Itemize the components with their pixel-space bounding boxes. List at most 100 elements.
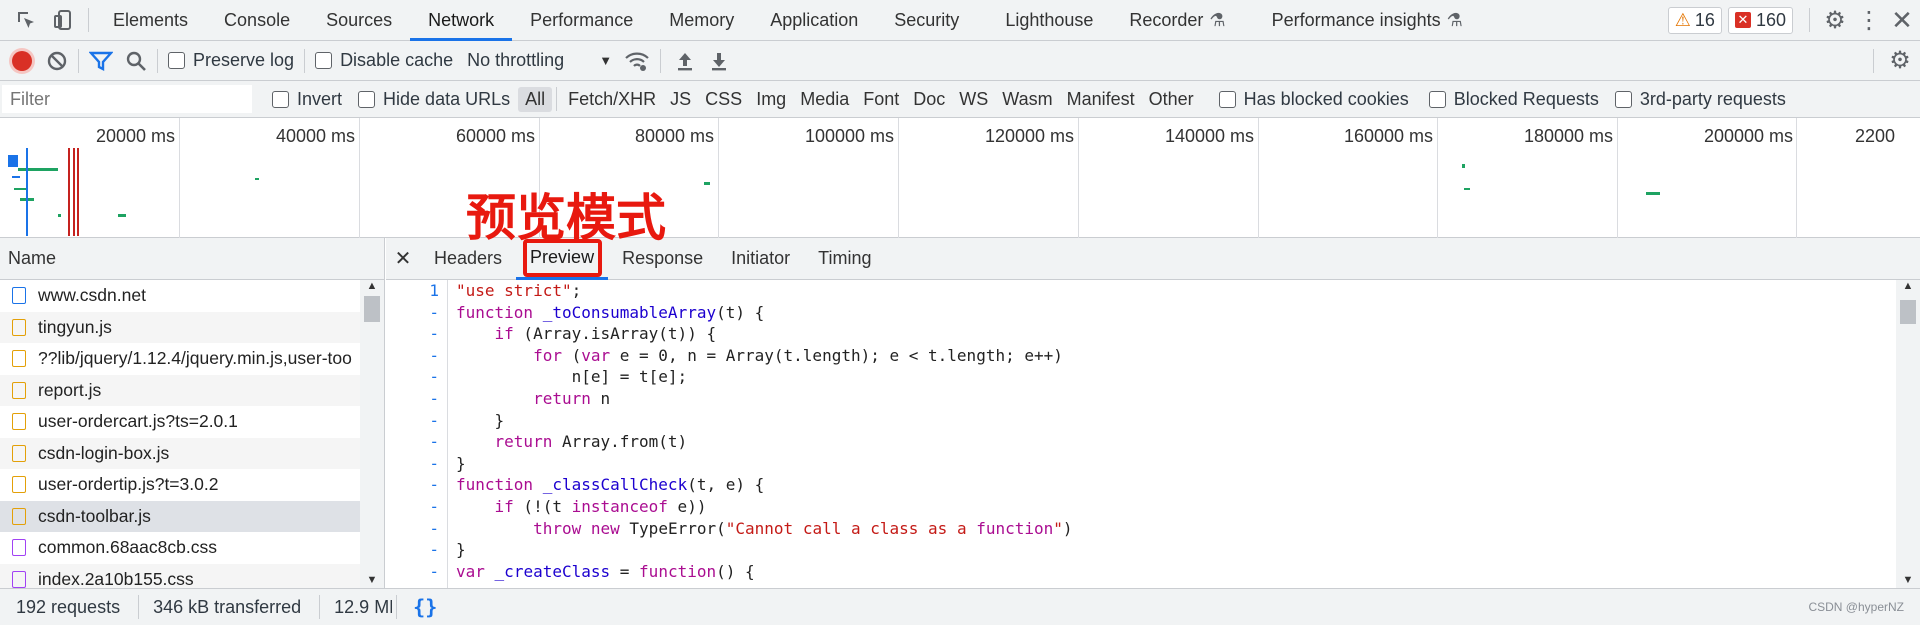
divider xyxy=(88,8,89,32)
tab-elements[interactable]: Elements xyxy=(95,0,206,41)
scroll-thumb[interactable] xyxy=(1900,300,1916,324)
has-blocked-cookies-label: Has blocked cookies xyxy=(1243,88,1409,109)
line-marker: - xyxy=(429,367,439,387)
css-file-icon xyxy=(12,539,26,557)
filter-type-manifest[interactable]: Manifest xyxy=(1060,87,1142,112)
tab-timing[interactable]: Timing xyxy=(804,238,885,280)
scroll-thumb[interactable] xyxy=(364,296,380,322)
request-list-scrollbar[interactable]: ▲ ▼ xyxy=(360,280,384,588)
request-row[interactable]: report.js xyxy=(0,374,360,406)
errors-badge[interactable]: ✕ 160 xyxy=(1727,6,1793,34)
tab-memory[interactable]: Memory xyxy=(651,0,752,41)
filter-type-media[interactable]: Media xyxy=(793,87,856,112)
request-row[interactable]: www.csdn.net xyxy=(0,280,360,312)
scroll-up-arrow-icon[interactable]: ▲ xyxy=(1896,280,1920,296)
tab-lighthouse[interactable]: Lighthouse xyxy=(987,0,1111,41)
divider xyxy=(78,48,79,73)
warnings-badge[interactable]: ⚠ 16 xyxy=(1667,6,1722,34)
filter-type-all[interactable]: All xyxy=(518,86,553,112)
import-har-upload-icon[interactable] xyxy=(675,50,695,72)
filter-bar: Invert Hide data URLs All Fetch/XHR JS C… xyxy=(0,81,1920,118)
filter-type-doc[interactable]: Doc xyxy=(906,87,952,112)
inspect-element-icon[interactable] xyxy=(6,0,46,41)
export-har-download-icon[interactable] xyxy=(709,50,729,72)
request-row[interactable]: ??lib/jquery/1.12.4/jquery.min.js,user-t… xyxy=(0,343,360,375)
tab-initiator[interactable]: Initiator xyxy=(717,238,804,280)
filter-type-other[interactable]: Other xyxy=(1142,87,1201,112)
request-name: index.2a10b155.css xyxy=(38,568,194,589)
filter-type-wasm[interactable]: Wasm xyxy=(995,87,1059,112)
network-settings-gear-icon[interactable]: ⚙ xyxy=(1880,46,1920,75)
tab-network[interactable]: Network xyxy=(410,0,513,41)
preserve-log-checkbox[interactable] xyxy=(168,52,185,69)
scroll-down-arrow-icon[interactable]: ▼ xyxy=(1896,574,1920,586)
line-marker: - xyxy=(429,388,439,408)
filter-type-fetch-xhr[interactable]: Fetch/XHR xyxy=(561,87,663,112)
css-file-icon xyxy=(12,570,26,588)
record-icon[interactable] xyxy=(12,50,32,71)
tab-security[interactable]: Security xyxy=(876,0,977,41)
request-row[interactable]: user-ordertip.js?t=3.0.2 xyxy=(0,469,360,501)
device-toolbar-icon[interactable] xyxy=(46,0,82,41)
has-blocked-cookies-checkbox[interactable] xyxy=(1218,90,1236,108)
close-detail-icon[interactable]: ✕ xyxy=(386,246,420,271)
throttling-select[interactable]: No throttling ▼ xyxy=(467,50,612,71)
clear-icon[interactable] xyxy=(46,50,68,72)
timeline-activity-marks xyxy=(8,148,1660,236)
settings-gear-icon[interactable]: ⚙ xyxy=(1816,6,1854,35)
request-row[interactable]: user-ordercart.js?ts=2.0.1 xyxy=(0,406,360,438)
close-devtools-icon[interactable]: ✕ xyxy=(1884,5,1920,36)
network-conditions-wifi-icon[interactable] xyxy=(624,50,650,72)
line-marker: - xyxy=(429,345,439,365)
divider xyxy=(157,48,158,73)
pretty-print-icon[interactable]: {} xyxy=(413,595,437,619)
network-overview-timeline[interactable]: 20000 ms 40000 ms 60000 ms 80000 ms 1000… xyxy=(0,118,1920,238)
third-party-requests-checkbox[interactable] xyxy=(1614,90,1632,108)
request-row[interactable]: tingyun.js xyxy=(0,311,360,343)
divider xyxy=(1873,48,1874,73)
request-row[interactable]: common.68aac8cb.css xyxy=(0,532,360,564)
code-line: "use strict"; xyxy=(456,281,582,300)
code-line: return n xyxy=(533,388,611,408)
filter-type-img[interactable]: Img xyxy=(749,87,793,112)
tab-sources[interactable]: Sources xyxy=(308,0,410,41)
filter-type-css[interactable]: CSS xyxy=(698,87,749,112)
divider xyxy=(660,48,662,73)
tab-recorder[interactable]: Recorder ⚗ xyxy=(1111,0,1233,41)
request-detail-pane: ✕ Headers Preview Response Initiator Tim… xyxy=(386,238,1920,588)
name-column-header[interactable]: Name xyxy=(0,238,384,280)
tab-application[interactable]: Application xyxy=(752,0,876,41)
tab-performance-insights[interactable]: Performance insights ⚗ xyxy=(1254,0,1481,41)
line-marker: - xyxy=(429,453,439,473)
line-marker: - xyxy=(429,561,439,581)
request-name: user-ordertip.js?t=3.0.2 xyxy=(38,474,219,495)
line-marker: 1 xyxy=(429,281,439,300)
filter-input[interactable] xyxy=(2,85,252,113)
request-row[interactable]: csdn-toolbar.js xyxy=(0,500,360,532)
scroll-down-arrow-icon[interactable]: ▼ xyxy=(360,574,384,586)
request-name: ??lib/jquery/1.12.4/jquery.min.js,user-t… xyxy=(38,348,352,369)
scroll-up-arrow-icon[interactable]: ▲ xyxy=(360,280,384,296)
request-row[interactable]: csdn-login-box.js xyxy=(0,437,360,469)
filter-type-js[interactable]: JS xyxy=(663,87,698,112)
more-options-icon[interactable]: ⋮ xyxy=(1854,6,1884,35)
network-toolbar: Preserve log Disable cache No throttling… xyxy=(0,41,1920,81)
code-preview[interactable]: 1-------------- "use strict";function _t… xyxy=(386,280,1896,588)
blocked-requests-checkbox[interactable] xyxy=(1428,90,1446,108)
filter-type-font[interactable]: Font xyxy=(856,87,906,112)
code-scrollbar[interactable]: ▲ ▼ xyxy=(1896,280,1920,588)
tab-console[interactable]: Console xyxy=(206,0,308,41)
request-name: csdn-toolbar.js xyxy=(38,505,151,526)
code-line: throw new TypeError("Cannot call a class… xyxy=(533,518,1073,538)
hide-data-urls-checkbox[interactable] xyxy=(358,90,376,108)
tab-performance[interactable]: Performance xyxy=(512,0,651,41)
invert-checkbox[interactable] xyxy=(272,90,289,108)
disable-cache-checkbox[interactable] xyxy=(315,52,333,69)
divider xyxy=(138,595,140,619)
filter-icon[interactable] xyxy=(89,50,113,72)
disable-cache-label: Disable cache xyxy=(340,50,454,70)
filter-type-ws[interactable]: WS xyxy=(952,87,995,112)
search-icon[interactable] xyxy=(125,50,147,72)
request-name: www.csdn.net xyxy=(38,285,146,306)
name-column-label: Name xyxy=(8,248,57,268)
